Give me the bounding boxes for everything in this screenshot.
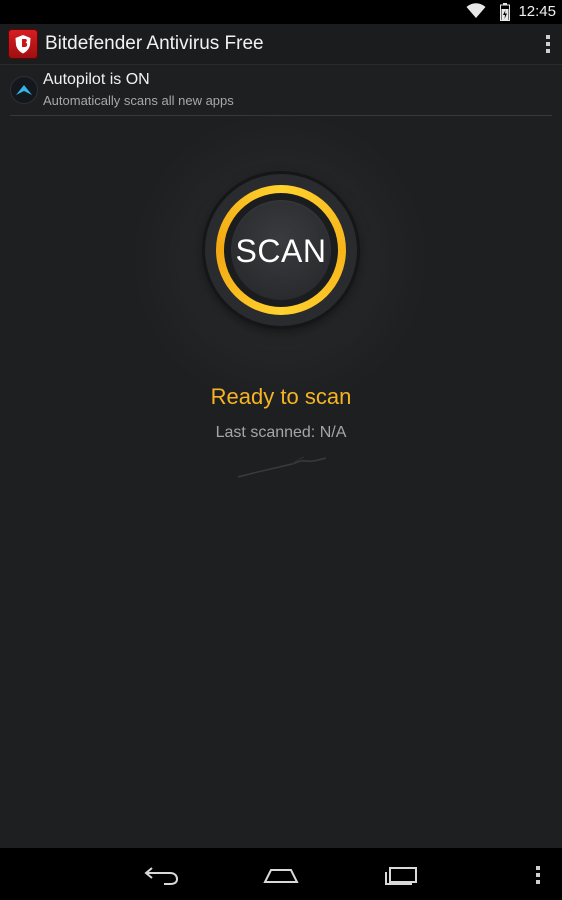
bitdefender-shield-icon[interactable] bbox=[8, 29, 38, 59]
battery-icon bbox=[500, 3, 510, 26]
scan-ring: SCAN bbox=[216, 185, 346, 315]
status-bar: 12:45 bbox=[0, 0, 562, 24]
autopilot-chevron-icon bbox=[10, 76, 38, 104]
overflow-menu-icon[interactable] bbox=[538, 32, 558, 56]
recent-apps-icon[interactable] bbox=[382, 862, 422, 886]
last-scanned-text: Last scanned: N/A bbox=[215, 424, 347, 441]
scan-status-text: Ready to scan bbox=[210, 384, 352, 409]
menu-icon[interactable] bbox=[530, 862, 546, 886]
navigation-bar bbox=[0, 848, 562, 900]
clock: 12:45 bbox=[518, 3, 556, 20]
app-screen: 12:45 Bitdefender Antivirus Free Autopil… bbox=[0, 0, 562, 900]
action-bar: Bitdefender Antivirus Free bbox=[0, 24, 562, 65]
autopilot-status-row[interactable]: Autopilot is ON Automatically scans all … bbox=[10, 64, 552, 116]
app-title: Bitdefender Antivirus Free bbox=[45, 33, 264, 54]
scan-button-label: SCAN bbox=[235, 233, 327, 269]
scan-button[interactable]: SCAN bbox=[205, 174, 357, 326]
autopilot-title: Autopilot is ON bbox=[43, 71, 150, 88]
wifi-icon bbox=[466, 3, 486, 24]
autopilot-subtitle: Automatically scans all new apps bbox=[43, 93, 234, 108]
home-icon[interactable] bbox=[261, 862, 301, 886]
crack-decoration bbox=[236, 452, 328, 485]
back-icon[interactable] bbox=[142, 862, 182, 886]
